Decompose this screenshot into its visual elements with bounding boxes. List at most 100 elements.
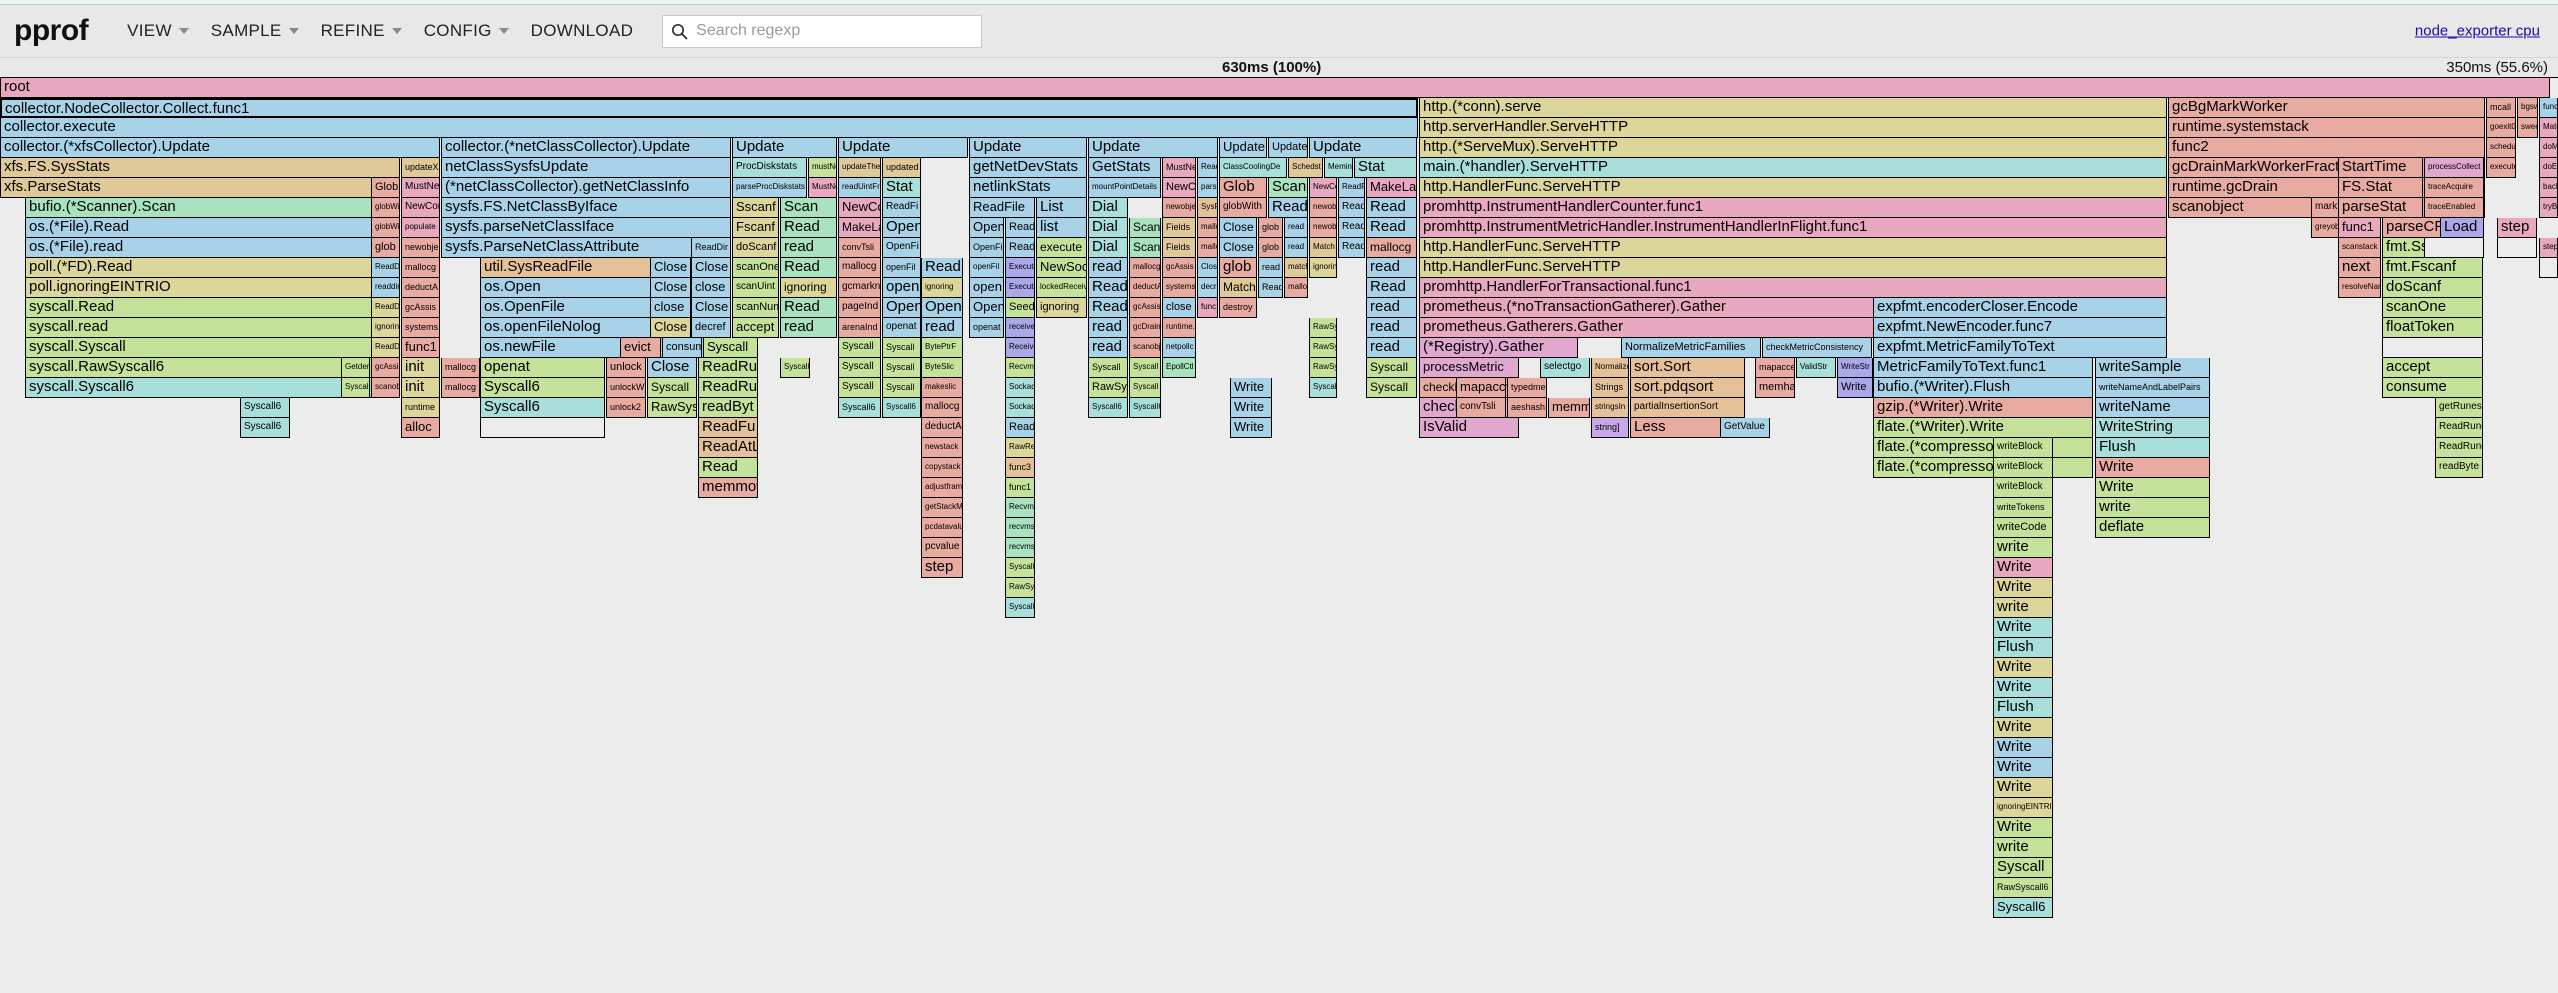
- flame-frame[interactable]: promhttp.HandlerForTransactional.func1: [1419, 278, 2167, 298]
- flame-frame[interactable]: read: [780, 238, 837, 258]
- flame-frame[interactable]: Read: [1338, 198, 1365, 218]
- search-box[interactable]: [662, 14, 983, 48]
- flame-frame[interactable]: backtrack: [2539, 178, 2558, 198]
- flame-frame[interactable]: Syscall6: [1993, 898, 2053, 918]
- flame-frame[interactable]: poll.(*FD).Read: [25, 258, 400, 278]
- flame-frame[interactable]: read: [1088, 258, 1128, 278]
- menu-download[interactable]: DOWNLOAD: [520, 15, 645, 47]
- flame-frame[interactable]: OpenFi: [882, 238, 921, 258]
- flame-frame[interactable]: parseProcDiskstats: [732, 178, 807, 198]
- flame-frame[interactable]: ReadRune: [2435, 418, 2483, 438]
- flame-frame[interactable]: Read: [780, 298, 837, 318]
- flame-frame[interactable]: aeshash: [1507, 398, 1547, 418]
- flame-frame[interactable]: Syscall: [838, 358, 881, 378]
- flame-frame[interactable]: parseStat: [2338, 198, 2423, 218]
- flame-frame[interactable]: RawSys: [1309, 338, 1337, 358]
- flame-frame[interactable]: Flush: [1993, 698, 2053, 718]
- flame-frame[interactable]: gcAssis: [401, 298, 440, 318]
- flame-frame[interactable]: Recvmsg: [1005, 358, 1035, 378]
- flame-frame[interactable]: Write: [2095, 478, 2210, 498]
- flame-frame[interactable]: mountPointDetails: [1088, 178, 1161, 198]
- flame-frame[interactable]: Update: [1088, 138, 1218, 158]
- flame-frame[interactable]: func1: [1005, 478, 1035, 498]
- flame-frame[interactable]: convTsli: [1456, 398, 1506, 418]
- flame-frame[interactable]: Read: [1005, 218, 1035, 238]
- flame-frame[interactable]: deductA: [401, 278, 440, 298]
- flame-frame[interactable]: writeNameAndLabelPairs: [2095, 378, 2210, 398]
- flame-frame[interactable]: copystack: [921, 458, 963, 478]
- flame-frame[interactable]: openat: [480, 358, 605, 378]
- flame-frame[interactable]: RawSys: [647, 398, 697, 418]
- flame-frame[interactable]: mapacc: [1456, 378, 1506, 398]
- flame-frame[interactable]: Sscanf: [732, 198, 779, 218]
- flame-frame[interactable]: runtime.: [1162, 318, 1196, 338]
- flame-frame[interactable]: Write: [1993, 778, 2053, 798]
- flame-frame[interactable]: netpollc: [1162, 338, 1196, 358]
- flame-frame[interactable]: MakeLa: [1366, 178, 1417, 198]
- menu-view[interactable]: VIEW: [116, 15, 200, 47]
- flame-frame[interactable]: ReadRu: [698, 378, 758, 398]
- flame-frame[interactable]: pcvalue: [921, 538, 963, 558]
- flame-frame[interactable]: read: [1366, 298, 1417, 318]
- flame-frame[interactable]: Syscall6: [1005, 598, 1035, 618]
- flame-frame[interactable]: doScanf: [2382, 278, 2483, 298]
- flame-frame[interactable]: ByteSlic: [921, 358, 963, 378]
- flame-frame[interactable]: Write: [1993, 618, 2053, 638]
- flame-frame[interactable]: [480, 418, 605, 438]
- flame-frame[interactable]: gcAssis: [1129, 298, 1161, 318]
- flame-frame[interactable]: ClassCoolingDe: [1219, 158, 1287, 178]
- flame-frame[interactable]: gzip.(*Writer).Write: [1873, 398, 2093, 418]
- flame-frame[interactable]: Syscall: [647, 378, 697, 398]
- flame-frame[interactable]: Glob: [371, 178, 400, 198]
- flame-frame[interactable]: [2424, 238, 2484, 258]
- flame-frame[interactable]: Syscall: [1366, 378, 1417, 398]
- flame-frame[interactable]: Strings: [1591, 378, 1629, 398]
- flame-frame[interactable]: Stat: [882, 178, 921, 198]
- flame-frame[interactable]: readByt: [698, 398, 758, 418]
- flame-frame[interactable]: StartTime: [2338, 158, 2423, 178]
- flame-frame[interactable]: FS.Stat: [2338, 178, 2423, 198]
- flame-frame[interactable]: Syscall: [1309, 378, 1337, 398]
- flame-frame[interactable]: ReadFi: [1338, 178, 1365, 198]
- flame-frame[interactable]: ignoring: [1309, 258, 1337, 278]
- flame-frame[interactable]: NewCon: [401, 198, 440, 218]
- flame-frame[interactable]: systems: [401, 318, 440, 338]
- flame-frame[interactable]: newobje: [1309, 198, 1337, 218]
- flame-frame[interactable]: Scan: [1268, 178, 1308, 198]
- flame-frame[interactable]: Close: [650, 278, 691, 298]
- flame-frame[interactable]: deductA: [921, 418, 963, 438]
- flame-frame[interactable]: systems: [1162, 278, 1196, 298]
- flame-frame[interactable]: Seed: [1005, 298, 1035, 318]
- flame-frame[interactable]: http.HandlerFunc.ServeHTTP: [1419, 178, 2167, 198]
- flame-frame[interactable]: parseCo: [1197, 178, 1218, 198]
- flame-frame[interactable]: Syscall: [882, 378, 921, 398]
- flame-frame[interactable]: updated: [882, 158, 921, 178]
- flame-frame[interactable]: Read: [921, 258, 963, 278]
- flame-frame[interactable]: Open: [921, 298, 963, 318]
- flame-frame[interactable]: Close: [1219, 218, 1257, 238]
- flame-frame[interactable]: Write: [1993, 578, 2053, 598]
- flame-frame[interactable]: Syscall: [1129, 358, 1161, 378]
- flame-frame[interactable]: read: [1284, 238, 1308, 258]
- flame-frame[interactable]: [2382, 338, 2483, 358]
- flame-frame[interactable]: sysfs.FS.NetClassByIface: [441, 198, 731, 218]
- flame-frame[interactable]: open: [882, 278, 921, 298]
- flame-frame[interactable]: Read: [1366, 278, 1417, 298]
- flame-frame[interactable]: close: [1162, 298, 1196, 318]
- flame-frame[interactable]: partialInsertionSort: [1630, 398, 1745, 418]
- flame-frame[interactable]: readByte: [2435, 458, 2483, 478]
- flame-frame[interactable]: read: [1366, 318, 1417, 338]
- flame-frame[interactable]: gcmarkn: [838, 278, 881, 298]
- flame-frame[interactable]: updateX: [401, 158, 440, 178]
- flame-frame[interactable]: [2497, 238, 2537, 258]
- flame-frame[interactable]: Read: [1366, 198, 1417, 218]
- menu-refine[interactable]: REFINE: [310, 15, 413, 47]
- flame-frame[interactable]: close: [650, 298, 691, 318]
- flame-frame[interactable]: expfmt.NewEncoder.func7: [1873, 318, 2167, 338]
- flame-frame[interactable]: writeBlock: [1993, 478, 2053, 498]
- flame-frame[interactable]: getNetDevStats: [969, 158, 1087, 178]
- flame-frame[interactable]: destroy: [1219, 298, 1257, 318]
- flame-frame[interactable]: ReadRune: [2435, 438, 2483, 458]
- flame-frame[interactable]: mallocg: [1129, 258, 1161, 278]
- flame-frame[interactable]: func2: [2168, 138, 2485, 158]
